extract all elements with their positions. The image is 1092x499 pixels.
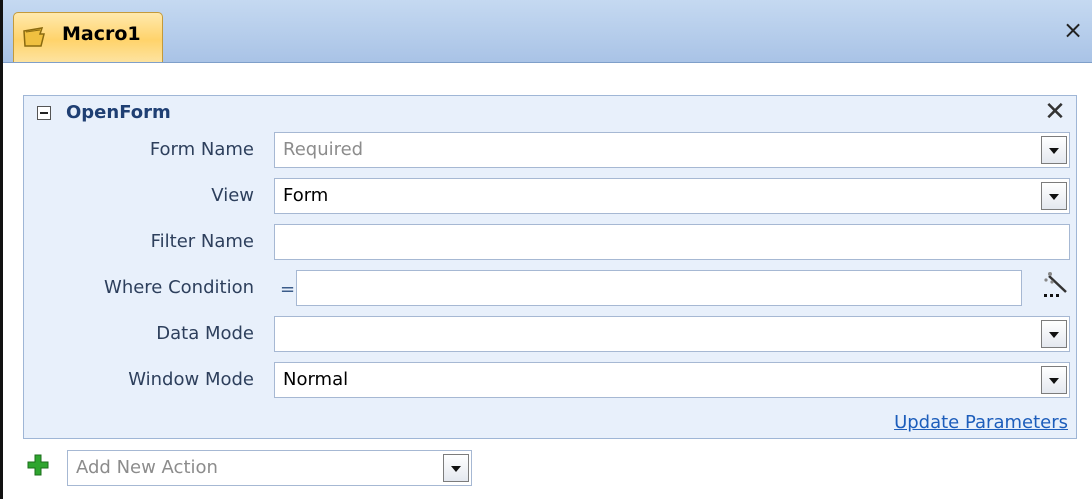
delete-action-icon[interactable]: ✕ (1043, 99, 1067, 125)
action-block-openform[interactable]: OpenForm ✕ Form Name Required View Form … (23, 95, 1077, 439)
macro-icon (22, 26, 46, 48)
filter-name-input[interactable] (274, 224, 1070, 260)
dropdown-arrow-icon[interactable] (1041, 136, 1067, 164)
form-name-label: Form Name (149, 139, 254, 160)
data-mode-label: Data Mode (156, 323, 254, 344)
equals-prefix: = (280, 279, 296, 300)
form-name-combobox[interactable]: Required (274, 132, 1070, 168)
data-mode-combobox[interactable] (274, 316, 1070, 352)
macro-designer: OpenForm ✕ Form Name Required View Form … (3, 63, 1092, 499)
close-icon[interactable]: × (1062, 18, 1084, 42)
dropdown-arrow-icon[interactable] (1041, 320, 1067, 348)
form-name-placeholder: Required (283, 139, 364, 160)
dropdown-arrow-icon[interactable] (1041, 182, 1067, 210)
window-mode-combobox[interactable]: Normal (274, 362, 1070, 398)
macro-window: Macro1 × OpenForm ✕ Form Name Required V… (0, 0, 1092, 499)
update-parameters-link[interactable]: Update Parameters (894, 412, 1068, 433)
view-label: View (211, 185, 254, 206)
where-condition-label: Where Condition (104, 277, 254, 298)
dropdown-arrow-icon[interactable] (443, 454, 469, 482)
document-tab-strip: Macro1 × (3, 0, 1092, 63)
add-new-action-placeholder: Add New Action (76, 457, 218, 478)
tab-macro1[interactable]: Macro1 (13, 12, 163, 62)
collapse-icon[interactable] (37, 106, 51, 120)
where-condition-input[interactable] (296, 270, 1022, 306)
add-new-action-row: Add New Action (23, 447, 483, 487)
tab-label: Macro1 (62, 23, 141, 45)
window-mode-value: Normal (283, 369, 349, 390)
view-value: Form (283, 185, 329, 206)
add-new-action-combobox[interactable]: Add New Action (67, 450, 472, 486)
expression-builder-icon[interactable] (1040, 268, 1070, 302)
view-combobox[interactable]: Form (274, 178, 1070, 214)
dropdown-arrow-icon[interactable] (1041, 366, 1067, 394)
window-mode-label: Window Mode (128, 369, 254, 390)
filter-name-label: Filter Name (150, 231, 254, 252)
plus-icon[interactable] (27, 454, 49, 476)
action-name: OpenForm (66, 102, 171, 123)
